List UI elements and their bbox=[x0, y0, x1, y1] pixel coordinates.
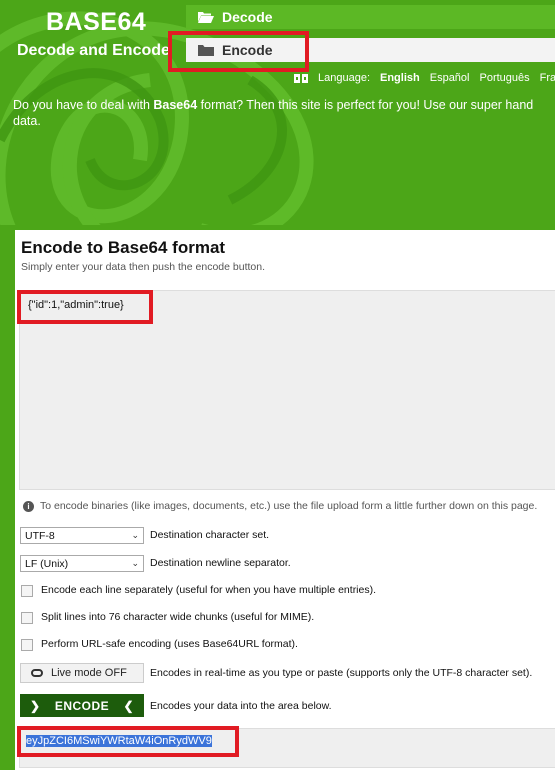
newline-select[interactable]: LF (Unix) ⌄ bbox=[20, 555, 144, 572]
highlight-input bbox=[17, 290, 153, 324]
intro-text: Do you have to deal with Base64 format? … bbox=[13, 97, 555, 129]
charset-label: Destination character set. bbox=[150, 529, 270, 541]
chevron-down-icon: ⌄ bbox=[131, 558, 139, 568]
chevron-left-icon: ❮ bbox=[123, 698, 134, 713]
encode-subtitle: Simply enter your data then push the enc… bbox=[21, 261, 265, 273]
chevron-right-icon: ❯ bbox=[30, 698, 41, 713]
nav-decode-tab[interactable]: Decode bbox=[186, 5, 555, 29]
folder-open-icon bbox=[198, 12, 214, 23]
info-note-text: To encode binaries (like images, documen… bbox=[40, 500, 538, 512]
encode-each-line-label[interactable]: Encode each line separately (useful for … bbox=[41, 584, 376, 596]
intro-text-before: Do you have to deal with bbox=[13, 98, 154, 112]
split-lines-checkbox[interactable] bbox=[21, 612, 33, 624]
url-safe-checkbox[interactable] bbox=[21, 639, 33, 651]
intro-text-bold: Base64 bbox=[153, 98, 198, 112]
encode-each-line-checkbox[interactable] bbox=[21, 585, 33, 597]
encode-button[interactable]: ❯ ENCODE ❮ bbox=[20, 694, 144, 717]
live-mode-toggle[interactable]: Live mode OFF bbox=[20, 663, 144, 683]
newline-select-value: LF (Unix) bbox=[25, 557, 69, 570]
language-option-espanol[interactable]: Español bbox=[430, 72, 470, 84]
language-bar: Language: English Español Português Fra bbox=[294, 72, 555, 84]
toggle-icon bbox=[31, 669, 43, 677]
charset-select[interactable]: UTF-8 ⌄ bbox=[20, 527, 144, 544]
split-lines-label[interactable]: Split lines into 76 character wide chunk… bbox=[41, 611, 314, 623]
info-icon: i bbox=[23, 500, 34, 512]
language-option-portugues[interactable]: Português bbox=[480, 72, 530, 84]
highlight-output bbox=[17, 726, 239, 757]
intro-text-line2: data. bbox=[13, 114, 41, 128]
chevron-down-icon: ⌄ bbox=[131, 530, 139, 540]
language-icon bbox=[294, 73, 308, 83]
intro-text-after: format? Then this site is perfect for yo… bbox=[197, 98, 534, 112]
encode-button-desc: Encodes your data into the area below. bbox=[150, 700, 332, 712]
info-note: i To encode binaries (like images, docum… bbox=[23, 500, 537, 512]
encode-button-label: ENCODE bbox=[54, 698, 110, 713]
newline-label: Destination newline separator. bbox=[150, 557, 291, 569]
language-option-english[interactable]: English bbox=[380, 72, 420, 84]
site-logo-title[interactable]: BASE64 bbox=[46, 8, 146, 37]
encode-title: Encode to Base64 format bbox=[21, 238, 226, 257]
language-option-fra[interactable]: Fra bbox=[540, 72, 555, 84]
site-logo-subtitle: Decode and Encode bbox=[17, 42, 170, 59]
nav-decode-label: Decode bbox=[222, 9, 273, 25]
url-safe-label[interactable]: Perform URL-safe encoding (uses Base64UR… bbox=[41, 638, 298, 650]
live-mode-label: Live mode OFF bbox=[51, 667, 127, 679]
live-mode-desc: Encodes in real-time as you type or past… bbox=[150, 667, 533, 679]
highlight-encode-tab bbox=[168, 31, 309, 72]
language-label: Language: bbox=[318, 72, 370, 84]
charset-select-value: UTF-8 bbox=[25, 529, 55, 542]
